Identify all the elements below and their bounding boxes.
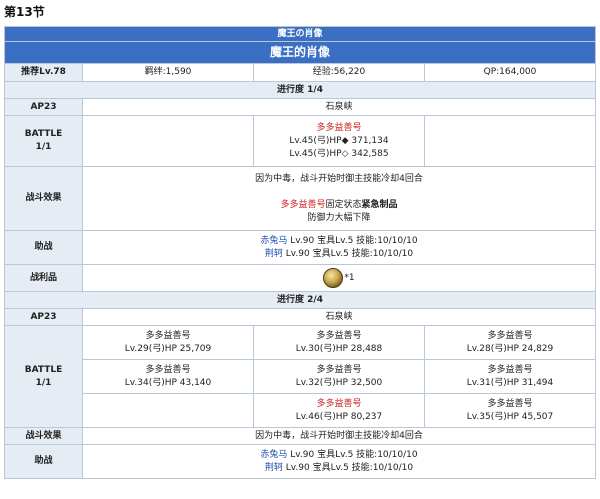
enemy-cell-2-1-2: 多多益善号 Lv.30(弓)HP 28,488 bbox=[253, 325, 425, 360]
battle-number-1: 1/1 bbox=[35, 142, 52, 152]
effect-line-1b: 多多益善号固定状态紧急制品 bbox=[85, 199, 593, 212]
enemy-stats: Lv.28(弓)HP 24,829 bbox=[466, 343, 554, 354]
enemy-name-1[interactable]: 多多益善号 bbox=[256, 122, 422, 135]
support-detail-1a: Lv.90 宝具Lv.5 技能:10/10/10 bbox=[287, 235, 418, 246]
effect-item-name-1: 紧急制品 bbox=[361, 199, 398, 210]
enemy-cell-2-1-3: 多多益善号 Lv.28(弓)HP 24,829 bbox=[423, 325, 597, 360]
effect-enemy-link-1[interactable]: 多多益善号 bbox=[280, 200, 325, 210]
support-link-jing-ke-1[interactable]: 荆轲 bbox=[265, 249, 283, 259]
battle-number-2: 1/1 bbox=[35, 377, 52, 388]
support-detail-1b: Lv.90 宝具Lv.5 技能:10/10/10 bbox=[282, 248, 414, 259]
battle-row-2b: 多多益善号 Lv.34(弓)HP 43,140 多多益善号 Lv.32(弓)HP… bbox=[5, 359, 597, 394]
enemy-name[interactable]: 多多益善号 bbox=[256, 364, 422, 377]
effect-row-2: 战斗效果 因为中毒，战斗开始时御主技能冷却4回合 bbox=[4, 427, 597, 445]
enemy-stats-1b: Lv.45(弓)HP◇ 342,585 bbox=[289, 148, 389, 159]
enemy-name[interactable]: 多多益善号 bbox=[85, 330, 251, 343]
battle-row-2a: BATTLE 1/1 多多益善号 Lv.29(弓)HP 25,709 多多益善号… bbox=[4, 325, 597, 428]
support-detail-2a: Lv.90 宝具Lv.5 技能:10/10/10 bbox=[287, 449, 418, 460]
support-link-red-hare-2[interactable]: 赤兔马 bbox=[260, 450, 287, 460]
golden-relic-icon[interactable] bbox=[323, 268, 344, 288]
enemy-stats: Lv.35(弓)HP 45,507 bbox=[466, 411, 554, 422]
progress-label-2: 进行度 2/4 bbox=[3, 291, 597, 309]
drop-cell-1: *1 bbox=[81, 264, 597, 292]
progress-header-2: 进行度 2/4 bbox=[3, 291, 597, 309]
support-line-1b: 荆轲 Lv.90 宝具Lv.5 技能:10/10/10 bbox=[85, 248, 593, 261]
recommended-level: 推荐Lv.78 bbox=[4, 63, 83, 82]
enemy-name[interactable]: 多多益善号 bbox=[256, 330, 422, 343]
enemy-cell-2-1-1: 多多益善号 Lv.29(弓)HP 25,709 bbox=[82, 325, 254, 360]
enemy-cell-2-2-2: 多多益善号 Lv.32(弓)HP 32,500 bbox=[253, 359, 425, 394]
enemy-cell-2-3-2: 多多益善号 Lv.46(弓)HP 80,237 bbox=[253, 393, 425, 428]
battle-row-1: BATTLE 1/1 多多益善号 Lv.45(弓)HP◆ 371,134 Lv.… bbox=[4, 115, 597, 167]
exp-value: 经验:56,220 bbox=[253, 63, 425, 82]
drop-count-1: *1 bbox=[344, 272, 355, 283]
enemy-cell-1: 多多益善号 Lv.45(弓)HP◆ 371,134 Lv.45(弓)HP◇ 34… bbox=[253, 115, 425, 167]
effect-text-2: 因为中毒，战斗开始时御主技能冷却4回合 bbox=[81, 427, 597, 445]
enemy-stats: Lv.46(弓)HP 80,237 bbox=[295, 411, 383, 422]
effect-text-1c: 防御力大幅下降 bbox=[307, 212, 371, 223]
enemy-name-boss[interactable]: 多多益善号 bbox=[256, 398, 422, 411]
effect-text-1b: 固定状态 bbox=[325, 199, 362, 210]
ap-cost-2: AP23 bbox=[4, 308, 83, 326]
ap-row-1: AP23 石泉峡 bbox=[4, 98, 597, 116]
battle-label-2: BATTLE 1/1 bbox=[4, 325, 83, 428]
progress-header-1: 进行度 1/4 bbox=[3, 81, 597, 99]
enemy-name[interactable]: 多多益善号 bbox=[427, 330, 593, 343]
support-cell-2: 赤兔马 Lv.90 宝具Lv.5 技能:10/10/10 荆轲 Lv.90 宝具… bbox=[81, 444, 597, 479]
support-label-1: 助战 bbox=[4, 230, 83, 265]
bond-value: 羁绊:1,590 bbox=[82, 63, 254, 82]
battle-label-text-1: BATTLE bbox=[24, 129, 63, 139]
support-link-red-hare-1[interactable]: 赤兔马 bbox=[260, 236, 287, 246]
enemy-cell-2-2-1: 多多益善号 Lv.34(弓)HP 43,140 bbox=[82, 359, 254, 394]
support-line-1a: 赤兔马 Lv.90 宝具Lv.5 技能:10/10/10 bbox=[85, 235, 593, 248]
support-detail-2b: Lv.90 宝具Lv.5 技能:10/10/10 bbox=[282, 462, 414, 473]
enemy-name[interactable]: 多多益善号 bbox=[427, 364, 593, 377]
effect-row-1: 战斗效果 因为中毒，战斗开始时御主技能冷却4回合 多多益善号固定状态紧急制品 防… bbox=[4, 166, 597, 231]
support-line-2a: 赤兔马 Lv.90 宝具Lv.5 技能:10/10/10 bbox=[85, 449, 593, 462]
support-cell-1: 赤兔马 Lv.90 宝具Lv.5 技能:10/10/10 荆轲 Lv.90 宝具… bbox=[81, 230, 597, 265]
enemy-stats: Lv.31(弓)HP 31,494 bbox=[466, 377, 554, 388]
location-1: 石泉峡 bbox=[81, 98, 597, 116]
enemy-stats: Lv.32(弓)HP 32,500 bbox=[295, 377, 383, 388]
effect-label-2: 战斗效果 bbox=[4, 427, 83, 445]
quest-table: 魔王の肖像 魔王的肖像 推荐Lv.78 羁绊:1,590 经验:56,220 Q… bbox=[3, 26, 597, 479]
effect-cell-1: 因为中毒，战斗开始时御主技能冷却4回合 多多益善号固定状态紧急制品 防御力大幅下… bbox=[81, 166, 597, 231]
support-row-1: 助战 赤兔马 Lv.90 宝具Lv.5 技能:10/10/10 荆轲 Lv.90… bbox=[4, 230, 597, 265]
battle-label-1: BATTLE 1/1 bbox=[4, 115, 83, 167]
support-row-2: 助战 赤兔马 Lv.90 宝具Lv.5 技能:10/10/10 荆轲 Lv.90… bbox=[4, 444, 597, 479]
battle-label-text-2: BATTLE bbox=[24, 364, 63, 375]
location-2: 石泉峡 bbox=[81, 308, 597, 326]
empty-slot-1b bbox=[423, 115, 597, 167]
enemy-name[interactable]: 多多益善号 bbox=[427, 398, 593, 411]
quest-info-row: 推荐Lv.78 羁绊:1,590 经验:56,220 QP:164,000 bbox=[4, 63, 597, 82]
ap-cost-1: AP23 bbox=[4, 98, 83, 116]
empty-slot-1a bbox=[82, 115, 254, 167]
effect-text-1a: 因为中毒，战斗开始时御主技能冷却4回合 bbox=[255, 173, 423, 184]
qp-value: QP:164,000 bbox=[423, 63, 597, 82]
quest-title: 魔王的肖像 bbox=[3, 41, 597, 64]
enemy-stats: Lv.34(弓)HP 43,140 bbox=[124, 377, 212, 388]
enemy-name[interactable]: 多多益善号 bbox=[85, 364, 251, 377]
support-label-2: 助战 bbox=[4, 444, 83, 479]
drop-row-1: 战利品 *1 bbox=[4, 264, 597, 292]
enemy-cell-2-3-1 bbox=[82, 393, 254, 428]
effect-spacer-1 bbox=[85, 186, 593, 199]
enemy-cell-2-3-3: 多多益善号 Lv.35(弓)HP 45,507 bbox=[423, 393, 597, 428]
battle-row-2c: 多多益善号 Lv.46(弓)HP 80,237 多多益善号 Lv.35(弓)HP… bbox=[5, 393, 597, 428]
support-link-jing-ke-2[interactable]: 荆轲 bbox=[265, 463, 283, 473]
enemy-stats: Lv.30(弓)HP 28,488 bbox=[295, 343, 383, 354]
quest-header-main-row: 魔王的肖像 bbox=[3, 41, 597, 64]
enemy-cell-2-2-3: 多多益善号 Lv.31(弓)HP 31,494 bbox=[423, 359, 597, 394]
support-line-2b: 荆轲 Lv.90 宝具Lv.5 技能:10/10/10 bbox=[85, 462, 593, 475]
quest-header-sub-row: 魔王の肖像 bbox=[3, 26, 597, 42]
enemy-stats: Lv.29(弓)HP 25,709 bbox=[124, 343, 212, 354]
enemy-stats-1a: Lv.45(弓)HP◆ 371,134 bbox=[289, 135, 389, 146]
section-title: 第13节 bbox=[4, 5, 45, 19]
effect-label-1: 战斗效果 bbox=[4, 166, 83, 231]
progress-label-1: 进行度 1/4 bbox=[3, 81, 597, 99]
quest-subtitle: 魔王の肖像 bbox=[3, 26, 597, 42]
ap-row-2: AP23 石泉峡 bbox=[4, 308, 597, 326]
drop-label-1: 战利品 bbox=[4, 264, 83, 292]
